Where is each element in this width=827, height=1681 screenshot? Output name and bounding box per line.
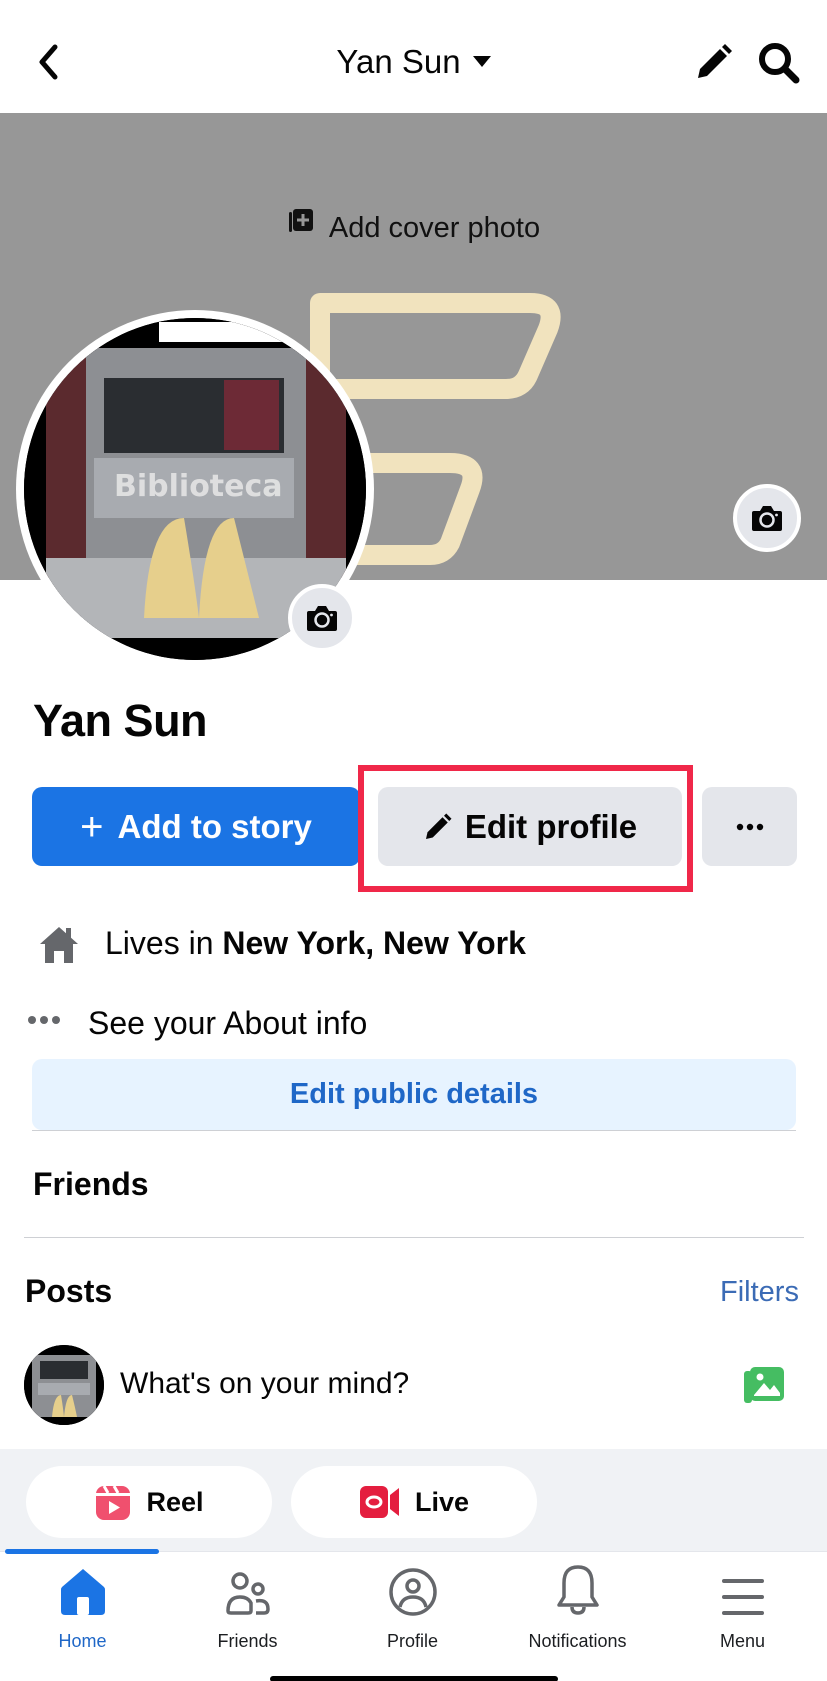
divider [32, 1130, 796, 1131]
filters-link[interactable]: Filters [720, 1272, 799, 1312]
nav-menu[interactable]: Menu [660, 1551, 825, 1661]
friends-heading[interactable]: Friends [33, 1163, 149, 1205]
profile-name: Yan Sun [33, 695, 208, 746]
edit-profile-highlight-box [358, 765, 693, 892]
live-button[interactable]: Live [291, 1466, 537, 1538]
about-dots-icon [27, 1012, 63, 1030]
edit-public-details-label: Edit public details [289, 1078, 539, 1110]
edit-public-details-button[interactable]: Edit public details [32, 1059, 796, 1130]
posts-heading: Posts [25, 1273, 113, 1309]
add-to-story-label: Add to story [117, 807, 312, 845]
avatar-camera-button[interactable] [288, 584, 356, 652]
photo-icon [744, 1367, 784, 1403]
camera-icon [752, 506, 782, 531]
nav-home[interactable]: Home [0, 1551, 165, 1661]
caret-down-icon [472, 55, 491, 67]
friends-icon [225, 1572, 270, 1615]
plus-icon: + [80, 804, 104, 849]
profile-icon [388, 1568, 437, 1616]
composer-avatar[interactable] [24, 1345, 104, 1425]
live-video-icon [359, 1486, 399, 1518]
top-bar: Yan Sun [0, 0, 827, 113]
nav-menu-label: Menu [719, 1631, 766, 1651]
reel-button[interactable]: Reel [26, 1466, 272, 1538]
nav-profile[interactable]: Profile [330, 1551, 495, 1661]
nav-friends-label: Friends [217, 1631, 278, 1651]
more-options-button[interactable] [702, 787, 797, 866]
add-cover-photo-button[interactable]: Add cover photo [0, 208, 827, 249]
nav-notifications[interactable]: Notifications [495, 1551, 660, 1661]
photo-button[interactable] [742, 1363, 786, 1412]
live-label: Live [414, 1486, 470, 1517]
lives-in-row: Lives in New York, New York [105, 922, 526, 964]
search-button[interactable] [756, 40, 802, 86]
add-to-story-button[interactable]: + Add to story [32, 787, 360, 866]
divider [24, 1237, 804, 1238]
add-cover-label: Add cover photo [328, 212, 541, 244]
see-about-info-link[interactable]: See your About info [88, 1002, 367, 1044]
nav-profile-label: Profile [386, 1631, 439, 1651]
add-photo-icon [287, 206, 315, 246]
home-indicator [270, 1676, 558, 1681]
composer-input[interactable]: What's on your mind? [120, 1364, 409, 1404]
cover-camera-button[interactable] [733, 484, 801, 552]
lives-location: New York, New York [222, 925, 526, 961]
avatar-photo [24, 1345, 104, 1425]
nav-notifications-label: Notifications [528, 1631, 627, 1651]
camera-icon [307, 606, 337, 631]
nav-home-label: Home [58, 1631, 107, 1651]
nav-friends[interactable]: Friends [165, 1551, 330, 1661]
reel-icon [96, 1485, 131, 1520]
search-icon [759, 43, 800, 84]
edit-button[interactable] [694, 42, 734, 82]
menu-icon [721, 1579, 764, 1615]
bell-icon [556, 1565, 599, 1615]
lives-prefix: Lives in [105, 925, 214, 961]
home-icon [60, 1569, 105, 1615]
reel-label: Reel [146, 1486, 204, 1517]
pencil-icon [698, 44, 732, 78]
home-location-icon [38, 925, 80, 970]
svg-text:Biblioteca: Biblioteca [114, 469, 283, 504]
more-dots-icon [736, 823, 763, 830]
header-title: Yan Sun [336, 43, 461, 80]
